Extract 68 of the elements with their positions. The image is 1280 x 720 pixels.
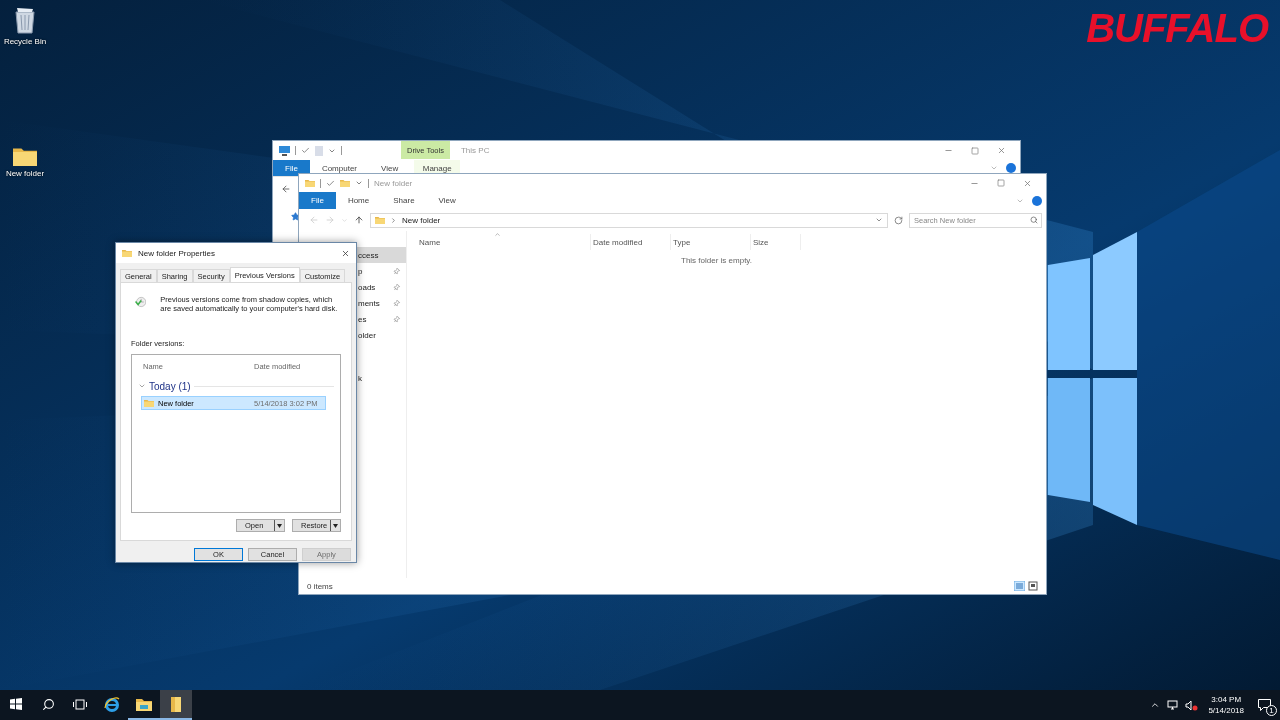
back-arrow-icon[interactable] <box>281 184 291 194</box>
close-icon[interactable] <box>997 146 1006 155</box>
folder-icon <box>340 178 350 188</box>
taskbar-button[interactable] <box>160 690 192 720</box>
caret-icon[interactable] <box>1150 700 1161 710</box>
pin-icon[interactable] <box>391 298 402 308</box>
browser-e-icon <box>104 696 120 712</box>
folder-icon <box>122 248 132 258</box>
ribbon-tab[interactable]: View <box>426 192 468 209</box>
caret-icon[interactable] <box>277 523 282 528</box>
recycle-bin-icon <box>13 6 37 34</box>
folder-icon <box>375 215 385 225</box>
expand-chevron-icon[interactable] <box>138 382 146 390</box>
message-icon <box>1257 699 1271 711</box>
column-header[interactable]: Type <box>671 234 751 250</box>
column-header[interactable]: Size <box>751 234 801 250</box>
window-title: New folder <box>374 178 413 188</box>
dialog-title: New folder Properties <box>138 248 215 258</box>
windows-logo-icon <box>10 698 22 710</box>
large-icons-view-icon[interactable] <box>1028 581 1038 591</box>
task-view-icon <box>73 698 87 710</box>
column-header[interactable]: Name <box>417 234 591 250</box>
folder-icon <box>305 178 315 188</box>
maximize-icon[interactable] <box>997 179 1005 187</box>
sort-caret-icon <box>494 231 501 238</box>
computer-icon <box>279 145 290 156</box>
window-title: This PC <box>460 146 490 155</box>
folder-icon <box>171 696 181 712</box>
file-explorer-icon <box>136 697 152 711</box>
search-icon <box>1030 215 1038 224</box>
checkmark-icon[interactable] <box>301 146 310 155</box>
close-icon[interactable] <box>1023 178 1032 188</box>
caret-icon[interactable] <box>333 523 338 528</box>
chevron-icon[interactable] <box>990 164 998 172</box>
notifications-button[interactable]: 1 <box>1254 695 1274 715</box>
ribbon-tab[interactable]: View <box>369 160 411 176</box>
desktop-icon-label[interactable]: Recycle Bin <box>3 37 47 46</box>
group-header[interactable]: Today (1) <box>149 380 191 392</box>
dropdown-icon[interactable] <box>875 216 883 224</box>
pin-icon[interactable] <box>391 282 402 292</box>
column-header[interactable]: Date modified <box>591 234 671 250</box>
help-icon[interactable] <box>1006 163 1016 173</box>
ribbon-tab[interactable]: Home <box>335 192 382 209</box>
notification-count: 1 <box>1266 705 1277 716</box>
checkmark-icon[interactable] <box>326 178 335 188</box>
close-icon[interactable] <box>341 248 350 258</box>
network-icon[interactable] <box>1166 699 1180 711</box>
refresh-icon[interactable] <box>894 215 903 225</box>
chevron-icon <box>390 216 397 224</box>
help-icon[interactable] <box>1032 195 1042 206</box>
clock[interactable]: 3:04 PM 5/14/2018 <box>1204 694 1248 716</box>
pin-icon[interactable] <box>391 314 402 324</box>
star-icon <box>291 212 300 221</box>
desktop-icon-label[interactable]: New folder <box>5 169 45 179</box>
empty-folder-message: This folder is empty. <box>681 256 752 265</box>
pin-icon[interactable] <box>391 266 402 276</box>
ribbon-tab[interactable]: Share <box>381 192 427 209</box>
item-count: 0 items <box>307 581 333 591</box>
file-tab[interactable]: File <box>273 160 310 176</box>
speaker-muted-icon[interactable] <box>1185 699 1199 711</box>
folder-icon <box>144 398 154 408</box>
file-tab[interactable]: File <box>299 192 336 209</box>
brand-logo: BUFFALO <box>1086 6 1268 51</box>
search-icon <box>41 697 55 711</box>
maximize-icon[interactable] <box>971 146 979 155</box>
address-bar[interactable]: New folder <box>370 212 888 228</box>
ribbon-tab[interactable]: Computer <box>309 160 369 176</box>
up-arrow-icon[interactable] <box>354 215 364 225</box>
